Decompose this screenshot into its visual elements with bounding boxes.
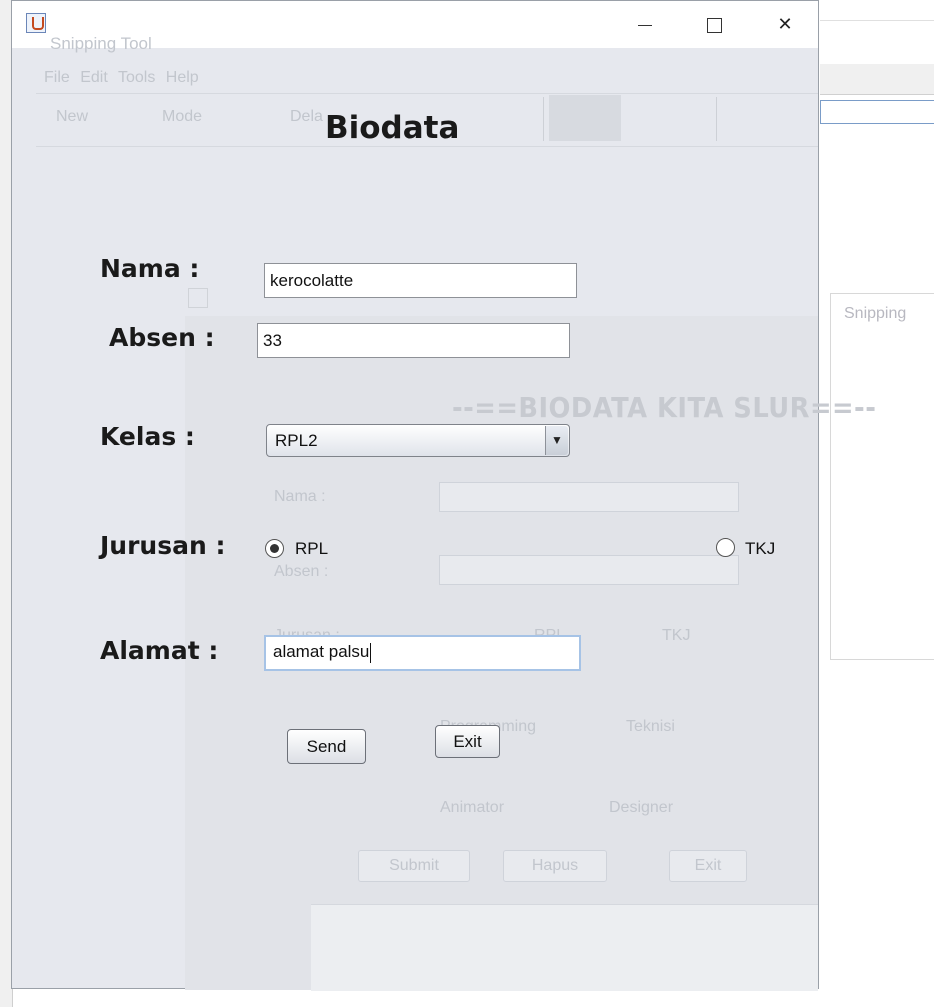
ghost-tkj-option: TKJ [662, 627, 691, 644]
alamat-value: alamat palsu [273, 642, 370, 661]
ghost-pen-button [549, 95, 621, 141]
ghost-exit-button: Exit [669, 850, 747, 882]
ghost-teknisi-checkbox: Teknisi [626, 718, 675, 735]
alamat-label: Alamat : [100, 636, 219, 665]
ghost-menu-tools: Tools [117, 69, 156, 86]
absen-label: Absen : [109, 323, 215, 352]
ghost-menubar: File Edit Tools Help [44, 69, 199, 87]
jurusan-label: Jurusan : [100, 531, 226, 560]
background-snipping-window [830, 293, 934, 660]
nama-field[interactable] [264, 263, 577, 298]
ghost-designer-checkbox: Designer [609, 799, 674, 816]
ghost-mode-button: Mode [162, 108, 203, 125]
ghost-nama-field [439, 482, 739, 512]
close-button[interactable]: ✕ [762, 11, 808, 39]
nama-label: Nama : [100, 254, 200, 283]
ghost-menu-help: Help [165, 69, 199, 86]
ghost-absen-field [439, 555, 739, 585]
ghost-animator-checkbox: Animator [440, 799, 505, 816]
background-toolbar [820, 64, 934, 95]
ghost-output-panel [311, 904, 818, 991]
form-title: Biodata [325, 110, 460, 146]
minimize-button[interactable] [622, 11, 668, 39]
jurusan-tkj-label[interactable]: TKJ [745, 539, 775, 559]
ghost-submit-button: Submit [358, 850, 470, 882]
text-caret [370, 642, 372, 663]
jurusan-radio-tkj[interactable] [716, 538, 735, 557]
kelas-selected-value: RPL2 [275, 431, 318, 450]
ghost-toolbar-separator [543, 97, 544, 141]
dropdown-arrow-icon[interactable]: ▼ [545, 426, 568, 455]
send-button[interactable]: Send [287, 729, 366, 764]
ghost-java-icon [188, 288, 208, 308]
kelas-dropdown[interactable]: RPL2 ▼ [266, 424, 570, 457]
jurusan-radio-rpl[interactable] [265, 539, 284, 558]
ghost-absen-label: Absen : [274, 563, 329, 580]
ghost-hapus-button: Hapus [503, 850, 607, 882]
background-window-titlebar [820, 0, 934, 21]
ghost-form-heading: --==BIODATA KITA SLUR==-- [452, 391, 877, 424]
java-icon[interactable] [26, 13, 46, 33]
maximize-icon [706, 17, 722, 33]
ghost-toolbar-separator [716, 97, 717, 141]
ghost-delay-button: Dela [290, 108, 323, 125]
background-input [820, 100, 934, 124]
kelas-label: Kelas : [100, 422, 195, 451]
close-icon: ✕ [777, 14, 793, 35]
absen-field[interactable] [257, 323, 570, 358]
ghost-menu-file: File [44, 69, 70, 86]
exit-button[interactable]: Exit [435, 725, 500, 758]
alamat-field[interactable]: alamat palsu [264, 635, 581, 671]
background-window-title: Snipping [844, 305, 907, 322]
jurusan-rpl-label[interactable]: RPL [295, 539, 328, 559]
ghost-new-button: New [56, 108, 89, 125]
ghost-nama-label: Nama : [274, 488, 326, 505]
ghost-menu-edit: Edit [80, 69, 108, 86]
biodata-window: ✕ Snipping Tool File Edit Tools Help New… [11, 0, 876, 991]
minimize-icon [638, 24, 652, 26]
ghost-window-title: Snipping Tool [50, 34, 152, 53]
maximize-button[interactable] [691, 11, 737, 39]
